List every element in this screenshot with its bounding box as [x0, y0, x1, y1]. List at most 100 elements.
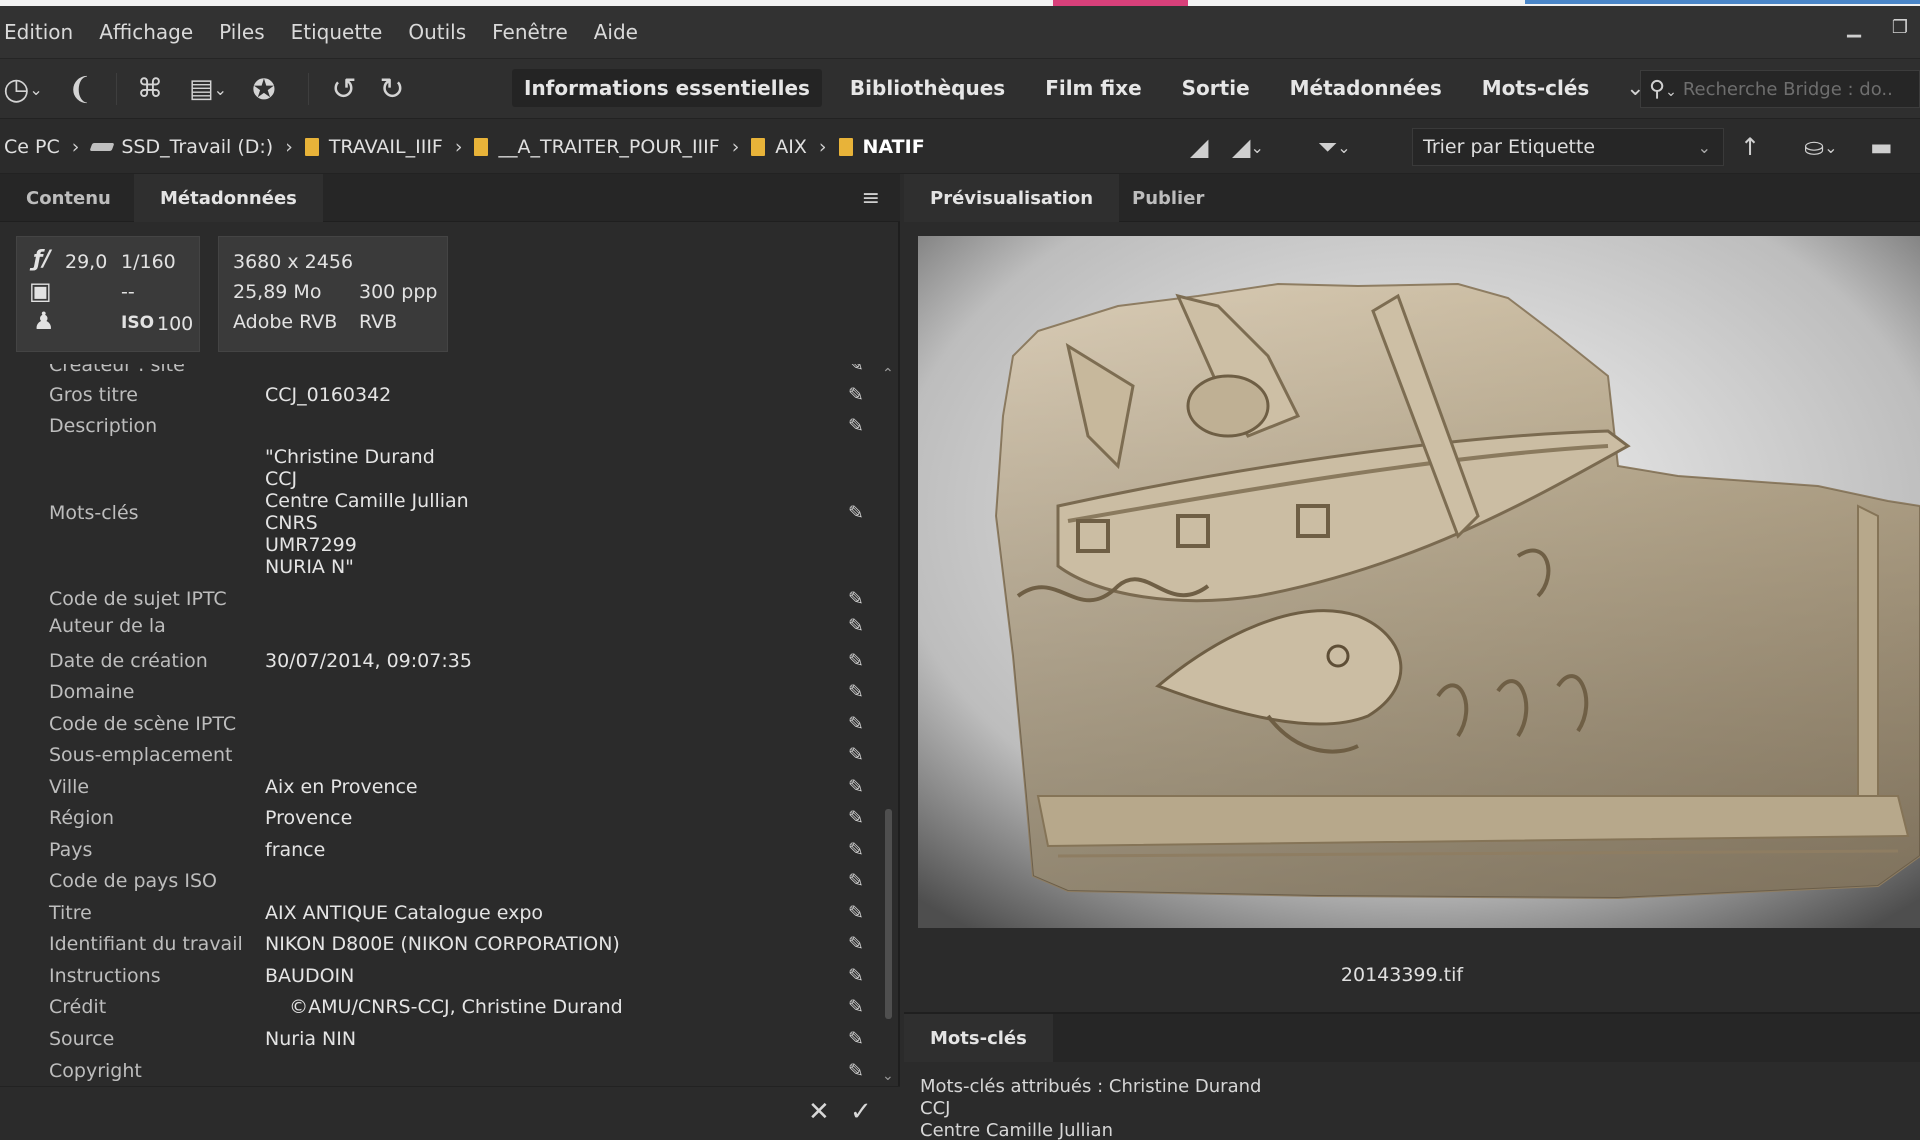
batch-rename-icon[interactable]: ▤ ⌄: [180, 71, 236, 107]
apply-check-icon[interactable]: ✓: [850, 1097, 872, 1127]
pencil-icon[interactable]: ✎: [848, 839, 864, 861]
field-value[interactable]: Provence: [265, 807, 352, 829]
breadcrumb-label: Ce PC: [4, 136, 60, 158]
tab-publier[interactable]: Publier: [1106, 174, 1230, 222]
workspace-bibliotheques[interactable]: Bibliothèques: [838, 69, 1017, 107]
pencil-icon[interactable]: ✎: [848, 933, 864, 955]
new-folder-icon[interactable]: ▬: [1870, 131, 1893, 163]
maximize-button[interactable]: ❐: [1880, 12, 1920, 42]
pencil-icon[interactable]: ✎: [848, 996, 864, 1018]
pencil-icon[interactable]: ✎: [848, 588, 864, 610]
pencil-icon[interactable]: ✎: [848, 870, 864, 892]
menu-edition[interactable]: Edition: [0, 20, 95, 44]
menu-affichage[interactable]: Affichage: [95, 20, 215, 44]
menu-etiquette[interactable]: Etiquette: [287, 20, 405, 44]
field-label: Date de création: [49, 650, 208, 672]
menu-fenetre[interactable]: Fenêtre: [488, 20, 590, 44]
tab-contenu[interactable]: Contenu: [0, 174, 137, 222]
rotate-right-icon[interactable]: ↻: [374, 71, 410, 107]
field-label: Sous-emplacement: [49, 744, 233, 766]
field-value[interactable]: Nuria NIN: [265, 1028, 356, 1050]
minimize-button[interactable]: ▁: [1834, 12, 1874, 42]
menu-piles[interactable]: Piles: [215, 20, 286, 44]
pencil-icon[interactable]: ✎: [848, 364, 864, 376]
drive-icon: [89, 143, 115, 151]
pencil-icon[interactable]: ✎: [848, 615, 864, 637]
metadata-scrollbar[interactable]: ⌃ ⌄: [880, 364, 898, 1084]
refine-icon[interactable]: ✪: [246, 71, 282, 107]
field-value[interactable]: Aix en Provence: [265, 776, 418, 798]
pencil-icon[interactable]: ✎: [848, 1060, 864, 1082]
breadcrumb-natif[interactable]: NATIF: [838, 136, 925, 158]
field-value[interactable]: AIX ANTIQUE Catalogue expo: [265, 902, 543, 924]
recent-files-icon[interactable]: ◷ ⌄: [0, 71, 46, 107]
workspace-mots-cles[interactable]: Mots-clés: [1470, 69, 1602, 107]
workspace-metadonnees[interactable]: Métadonnées: [1278, 69, 1454, 107]
breadcrumb-travail-iiif[interactable]: TRAVAIL_IIIF: [304, 136, 443, 158]
breadcrumb-ce-pc[interactable]: Ce PC: [4, 136, 60, 158]
search-input[interactable]: [1682, 78, 1893, 100]
pencil-icon[interactable]: ✎: [848, 807, 864, 829]
keyword-line: Centre Camille Jullian: [920, 1120, 1113, 1140]
cancel-icon[interactable]: ✕: [808, 1097, 830, 1127]
scroll-up-icon[interactable]: ⌃: [882, 366, 894, 382]
field-value[interactable]: NIKON D800E (NIKON CORPORATION): [265, 933, 620, 955]
chevron-right-icon: ›: [731, 136, 740, 158]
scroll-down-icon[interactable]: ⌄: [882, 1068, 894, 1084]
pencil-icon[interactable]: ✎: [848, 902, 864, 924]
field-label: Région: [49, 807, 115, 829]
search-icon[interactable]: ⚲⌄: [1649, 77, 1677, 102]
iso-label: ISO: [121, 313, 155, 333]
field-value[interactable]: ©AMU/CNRS-CCJ, Christine Durand: [265, 996, 623, 1018]
camera-download-icon[interactable]: ⌘: [132, 71, 168, 107]
thumbnail-quality-icon[interactable]: ◢ ⌄: [1232, 131, 1264, 163]
breadcrumb-a-traiter[interactable]: __A_TRAITER_POUR_IIIF: [474, 136, 720, 158]
pencil-icon[interactable]: ✎: [848, 502, 864, 524]
workspace-informations-essentielles[interactable]: Informations essentielles: [512, 69, 822, 107]
shutter-value: 1/160: [121, 251, 176, 273]
tab-mots-cles[interactable]: Mots-clés: [904, 1014, 1053, 1062]
tab-metadonnees[interactable]: Métadonnées: [134, 174, 323, 222]
breadcrumb-aix[interactable]: AIX: [751, 136, 807, 158]
preview-image[interactable]: [918, 236, 1920, 928]
aperture-value: 29,0: [65, 251, 108, 273]
field-value[interactable]: CCJ_0160342: [265, 384, 391, 406]
quality-icon[interactable]: ◢: [1190, 131, 1208, 163]
pencil-icon[interactable]: ✎: [848, 744, 864, 766]
metadata-panel: Contenu Métadonnées ≡ ƒ/ 29,0 1/160 ▣ --…: [0, 174, 900, 1140]
relief-image: [918, 236, 1920, 928]
chevron-right-icon: ›: [454, 136, 463, 158]
open-recent-icon[interactable]: ⛀ ⌄: [1804, 131, 1838, 163]
scroll-thumb[interactable]: [885, 809, 892, 1019]
tab-previsualisation[interactable]: Prévisualisation: [904, 174, 1120, 222]
person-icon: ♟: [33, 307, 55, 335]
toolbar-divider: [116, 73, 117, 105]
pencil-icon[interactable]: ✎: [848, 384, 864, 406]
toolbar: ◷ ⌄ ❨ ⌘ ▤ ⌄ ✪ ↺ ↻ Informations essentielle…: [0, 58, 1920, 118]
workspace-film-fixe[interactable]: Film fixe: [1033, 69, 1153, 107]
workspace-sortie[interactable]: Sortie: [1170, 69, 1262, 107]
panel-menu-icon[interactable]: ≡: [862, 186, 880, 211]
field-value[interactable]: 30/07/2014, 09:07:35: [265, 650, 472, 672]
pencil-icon[interactable]: ✎: [848, 415, 864, 437]
metadata-list: Créateur : site ✎ Gros titre CCJ_0160342…: [0, 364, 880, 1084]
menu-outils[interactable]: Outils: [404, 20, 488, 44]
sort-ascending-icon[interactable]: ↑: [1740, 131, 1760, 163]
menu-aide[interactable]: Aide: [590, 20, 660, 44]
filter-icon[interactable]: ⏷ ⌄: [1318, 131, 1351, 163]
field-label: Description: [49, 415, 158, 437]
pencil-icon[interactable]: ✎: [848, 1028, 864, 1050]
pencil-icon[interactable]: ✎: [848, 776, 864, 798]
breadcrumb-ssd[interactable]: SSD_Travail (D:): [89, 136, 273, 158]
pencil-icon[interactable]: ✎: [848, 650, 864, 672]
sort-select[interactable]: Trier par Etiquette ⌄: [1412, 128, 1724, 166]
field-value[interactable]: france: [265, 839, 325, 861]
pencil-icon[interactable]: ✎: [848, 713, 864, 735]
boomerang-icon[interactable]: ❨: [64, 71, 96, 107]
pencil-icon[interactable]: ✎: [848, 965, 864, 987]
rotate-left-icon[interactable]: ↺: [326, 71, 362, 107]
color-profile-value: Adobe RVB: [233, 311, 338, 333]
pencil-icon[interactable]: ✎: [848, 681, 864, 703]
field-value[interactable]: BAUDOIN: [265, 965, 354, 987]
field-value[interactable]: "Christine Durand CCJ Centre Camille Jul…: [265, 446, 469, 578]
